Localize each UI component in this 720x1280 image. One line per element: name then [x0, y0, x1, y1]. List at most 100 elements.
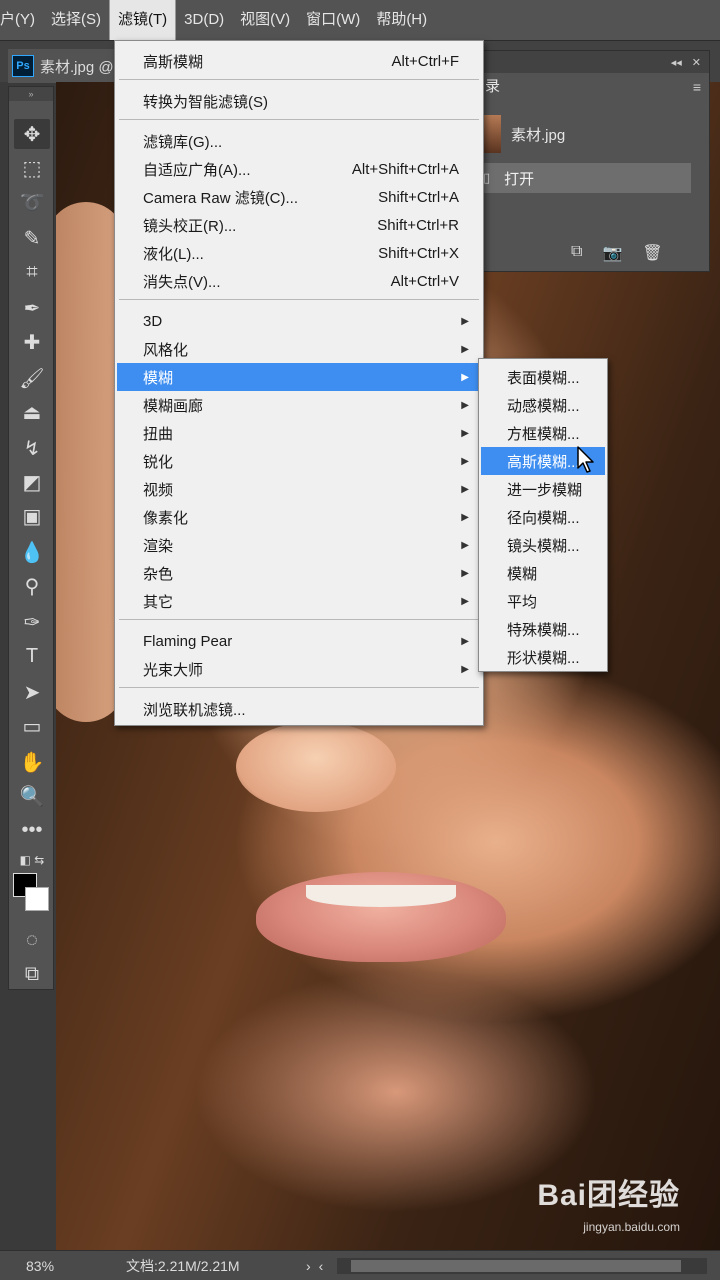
menu-item-label: 自适应广角(A)...: [143, 161, 251, 179]
menu-item-3d[interactable]: 3D ▶: [117, 307, 481, 335]
menu-filter[interactable]: 滤镜(T): [109, 0, 177, 41]
panel-menu-icon[interactable]: ≡: [693, 79, 701, 95]
menu-item-filter-gallery[interactable]: 滤镜库(G)...: [117, 127, 481, 155]
menu-item-blur[interactable]: 模糊 ▶: [117, 363, 481, 391]
menu-item-browse-online-filters[interactable]: 浏览联机滤镜...: [117, 695, 481, 723]
menu-item-lens-correction[interactable]: 镜头校正(R)... Shift+Ctrl+R: [117, 211, 481, 239]
submenu-arrow-icon: ▶: [461, 399, 469, 411]
menu-item-shortcut: Shift+Ctrl+A: [378, 188, 459, 206]
menu-type[interactable]: 户(Y): [0, 0, 43, 40]
scroll-left-icon[interactable]: ‹: [319, 1258, 324, 1274]
menu-item-light-beam-master[interactable]: 光束大师 ▶: [117, 655, 481, 683]
quick-mask-icon[interactable]: ◌: [14, 925, 50, 955]
history-state-row[interactable]: ▯ 打开: [479, 163, 691, 193]
menu-item-label: 滤镜库(G)...: [143, 133, 223, 151]
submenu-arrow-icon: ▶: [461, 315, 469, 327]
menu-item-flaming-pear[interactable]: Flaming Pear ▶: [117, 627, 481, 655]
menu-item-pixelate[interactable]: 像素化 ▶: [117, 503, 481, 531]
horizontal-scrollbar[interactable]: [337, 1257, 708, 1274]
submenu-item-smart-blur[interactable]: 特殊模糊...: [481, 615, 605, 643]
menu-view[interactable]: 视图(V): [232, 0, 298, 40]
submenu-item-blur-more[interactable]: 进一步模糊: [481, 475, 605, 503]
menu-separator: [119, 619, 479, 620]
healing-brush-tool-icon[interactable]: ✚: [14, 327, 50, 357]
menu-item-noise[interactable]: 杂色 ▶: [117, 559, 481, 587]
submenu-item-average[interactable]: 平均: [481, 587, 605, 615]
menu-item-label: 转换为智能滤镜(S): [143, 93, 268, 111]
history-state-label: 打开: [504, 170, 535, 188]
submenu-item-motion-blur[interactable]: 动感模糊...: [481, 391, 605, 419]
panel-header: ◂◂ ✕: [471, 51, 709, 73]
scrollbar-thumb[interactable]: [351, 1259, 682, 1272]
collapse-panel-icon[interactable]: ◂◂: [671, 56, 682, 69]
menu-item-video[interactable]: 视频 ▶: [117, 475, 481, 503]
path-select-tool-icon[interactable]: ➤: [14, 677, 50, 707]
zoom-tool-icon[interactable]: 🔍: [14, 781, 50, 811]
menu-item-other[interactable]: 其它 ▶: [117, 587, 481, 615]
menu-select[interactable]: 选择(S): [43, 0, 109, 40]
document-tab[interactable]: Ps 素材.jpg @: [8, 49, 128, 83]
eraser-tool-icon[interactable]: ◩: [14, 467, 50, 497]
pen-tool-icon[interactable]: ✑: [14, 607, 50, 637]
submenu-item-shape-blur[interactable]: 形状模糊...: [481, 643, 605, 671]
more-tools-icon[interactable]: •••: [14, 815, 50, 845]
new-document-from-state-icon[interactable]: ⧉: [571, 243, 582, 263]
stamp-tool-icon[interactable]: ⏏: [14, 397, 50, 427]
screen-mode-icon[interactable]: ⧉: [14, 959, 50, 989]
menu-window[interactable]: 窗口(W): [298, 0, 368, 40]
menu-item-stylize[interactable]: 风格化 ▶: [117, 335, 481, 363]
menu-item-render[interactable]: 渲染 ▶: [117, 531, 481, 559]
camera-icon[interactable]: 📷: [602, 243, 622, 263]
submenu-arrow-icon: ▶: [461, 427, 469, 439]
menu-item-vanishing-point[interactable]: 消失点(V)... Alt+Ctrl+V: [117, 267, 481, 295]
blur-tool-icon[interactable]: 💧: [14, 537, 50, 567]
menu-separator: [119, 687, 479, 688]
submenu-item-blur[interactable]: 模糊: [481, 559, 605, 587]
status-menu-arrow-icon[interactable]: ›: [306, 1258, 311, 1274]
submenu-item-radial-blur[interactable]: 径向模糊...: [481, 503, 605, 531]
lasso-tool-icon[interactable]: ➰: [14, 187, 50, 217]
photoshop-icon: Ps: [12, 55, 34, 77]
rectangle-tool-icon[interactable]: ▭: [14, 711, 50, 741]
submenu-arrow-icon: ▶: [461, 663, 469, 675]
menu-item-blur-gallery[interactable]: 模糊画廊 ▶: [117, 391, 481, 419]
quick-select-tool-icon[interactable]: ✎: [14, 223, 50, 253]
menu-item-convert-smart-filters[interactable]: 转换为智能滤镜(S): [117, 87, 481, 115]
submenu-item-lens-blur[interactable]: 镜头模糊...: [481, 531, 605, 559]
gradient-tool-icon[interactable]: ▣: [14, 501, 50, 531]
marquee-tool-icon[interactable]: ⬚: [14, 153, 50, 183]
menu-item-label: 视频: [143, 481, 174, 499]
submenu-item-box-blur[interactable]: 方框模糊...: [481, 419, 605, 447]
submenu-arrow-icon: ▶: [461, 371, 469, 383]
brush-tool-icon[interactable]: 🖌: [14, 363, 50, 393]
menu-item-sharpen[interactable]: 锐化 ▶: [117, 447, 481, 475]
menu-item-adaptive-wide-angle[interactable]: 自适应广角(A)... Alt+Shift+Ctrl+A: [117, 155, 481, 183]
toolbar-grip[interactable]: »: [9, 87, 53, 101]
panel-title[interactable]: 录: [485, 75, 500, 96]
menu-item-last-filter[interactable]: 高斯模糊 Alt+Ctrl+F: [117, 47, 481, 75]
move-tool-icon[interactable]: ✥: [14, 119, 50, 149]
eyedropper-tool-icon[interactable]: ✒: [14, 293, 50, 323]
hand-tool-icon[interactable]: ✋: [14, 747, 50, 777]
crop-tool-icon[interactable]: ⌗: [14, 257, 50, 287]
type-tool-icon[interactable]: T: [14, 641, 50, 671]
menu-item-camera-raw[interactable]: Camera Raw 滤镜(C)... Shift+Ctrl+A: [117, 183, 481, 211]
zoom-level[interactable]: 83%: [26, 1258, 96, 1274]
submenu-arrow-icon: ▶: [461, 483, 469, 495]
menu-3d[interactable]: 3D(D): [176, 0, 232, 40]
close-panel-icon[interactable]: ✕: [692, 56, 701, 69]
menu-item-label: 3D: [143, 312, 163, 330]
menu-item-distort[interactable]: 扭曲 ▶: [117, 419, 481, 447]
submenu-arrow-icon: ▶: [461, 567, 469, 579]
history-brush-tool-icon[interactable]: ↯: [14, 433, 50, 463]
trash-icon[interactable]: 🗑: [642, 243, 662, 263]
background-color-swatch[interactable]: [25, 887, 49, 911]
menu-help[interactable]: 帮助(H): [368, 0, 435, 40]
document-tab-label: 素材.jpg @: [40, 58, 114, 76]
menu-item-liquify[interactable]: 液化(L)... Shift+Ctrl+X: [117, 239, 481, 267]
menu-item-label: 消失点(V)...: [143, 273, 221, 291]
history-snapshot[interactable]: 素材.jpg: [479, 113, 701, 155]
dodge-tool-icon[interactable]: ⚲: [14, 571, 50, 601]
submenu-item-surface-blur[interactable]: 表面模糊...: [481, 363, 605, 391]
swap-colors-icon[interactable]: ◧ ⇆: [14, 845, 50, 875]
